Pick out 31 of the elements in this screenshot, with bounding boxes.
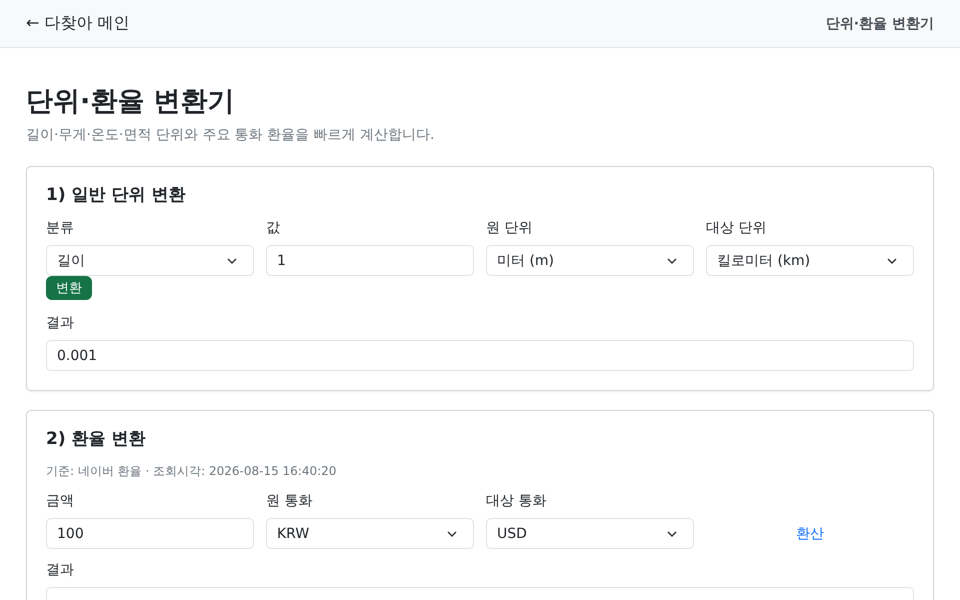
field-label: 대상 단위 <box>706 219 768 237</box>
chevron-down-icon <box>667 530 677 536</box>
field-label: 원 통화 <box>266 492 314 510</box>
field-label: 분류 <box>46 219 75 237</box>
card-title: 1) 일반 단위 변환 <box>46 184 186 207</box>
select-field[interactable]: 길이 <box>46 245 254 276</box>
field-label: 대상 통화 <box>486 492 548 510</box>
card-title: 2) 환율 변환 <box>46 428 146 451</box>
field-label: 결과 <box>46 561 75 579</box>
chevron-down-icon <box>227 258 237 264</box>
input-field[interactable]: 100 <box>46 518 254 549</box>
select-field[interactable]: KRW <box>266 518 474 549</box>
page-title: 단위·환율 변환기 <box>26 85 236 119</box>
convert-button[interactable]: 변환 <box>46 276 92 300</box>
field-label: 원 단위 <box>486 219 534 237</box>
chevron-down-icon <box>447 530 457 536</box>
exchange-button[interactable]: 환산 <box>790 522 830 544</box>
chevron-down-icon <box>887 258 897 264</box>
chevron-down-icon <box>667 258 677 264</box>
select-field[interactable]: USD <box>486 518 694 549</box>
input-field[interactable]: 1 <box>266 245 474 276</box>
page-subtitle: 길이·무게·온도·면적 단위와 주요 통화 환율을 빠르게 계산합니다. <box>26 126 436 144</box>
rate-source-note: 기준: 네이버 환율 · 조회시각: 2026-08-15 16:40:20 <box>46 463 338 480</box>
select-field[interactable]: 미터 (m) <box>486 245 694 276</box>
field-label: 결과 <box>46 314 75 332</box>
page-name: 단위·환율 변환기 <box>826 14 934 32</box>
field-label: 금액 <box>46 492 75 510</box>
result-field[interactable]: 0.001 <box>46 340 914 371</box>
back-link[interactable]: ← 다찾아 메인 <box>26 13 130 34</box>
select-field[interactable]: 킬로미터 (km) <box>706 245 914 276</box>
field-label: 값 <box>266 219 281 237</box>
